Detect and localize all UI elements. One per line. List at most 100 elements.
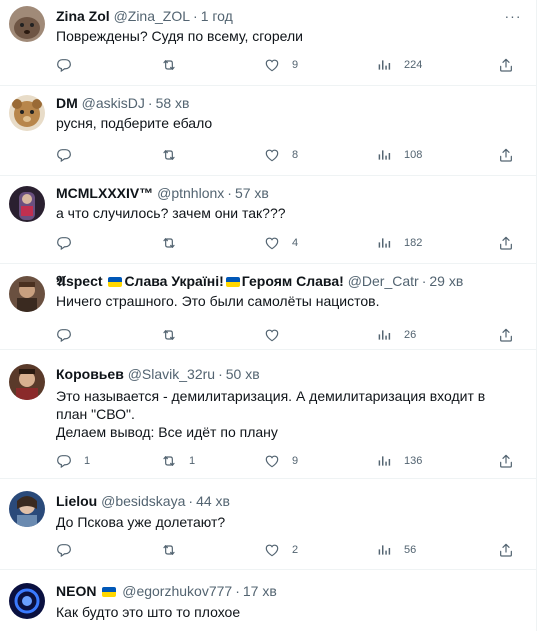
display-name[interactable]: Коровьев (56, 366, 124, 382)
retweet-button[interactable] (161, 145, 189, 165)
tweet-text: а что случилось? зачем они так??? (56, 205, 286, 221)
share-icon (498, 147, 514, 163)
tweet-header: Zina Zol @Zina_ZOL · 1 год (56, 6, 506, 26)
timestamp[interactable]: 29 хв (429, 273, 463, 289)
views-button[interactable]: 108 (376, 145, 422, 165)
views-icon (376, 327, 392, 343)
tweet[interactable]: 𝕬spect Слава Україні! Героям Слава! @Der_… (0, 265, 536, 350)
display-name[interactable]: NEON (56, 583, 96, 599)
view-count: 182 (404, 237, 423, 249)
share-button[interactable] (498, 451, 514, 471)
retweet-button[interactable] (161, 233, 189, 253)
user-handle[interactable]: @egorzhukov777 (122, 583, 232, 599)
tweet-header: DM @askisDJ · 58 хв (56, 93, 506, 113)
tweet-actions: 26 (56, 325, 524, 345)
tweet[interactable]: Zina Zol @Zina_ZOL · 1 год ··· Повреждены?… (0, 0, 536, 86)
user-handle[interactable]: @Der_Catr (348, 273, 419, 289)
share-icon (498, 235, 514, 251)
tweet[interactable]: MCMLXXXIV™ @ptnhlonx · 57 хв а что случило… (0, 177, 536, 264)
timestamp[interactable]: 1 год (201, 8, 233, 24)
tweet[interactable]: NEON @egorzhukov777 · 17 хв Как будто это … (0, 571, 536, 631)
timestamp[interactable]: 17 хв (243, 583, 277, 599)
avatar[interactable] (9, 364, 45, 400)
like-icon (264, 57, 280, 73)
like-button[interactable]: 2 (264, 540, 298, 560)
share-button[interactable] (498, 145, 514, 165)
like-count: 8 (292, 149, 299, 161)
avatar[interactable] (9, 95, 45, 131)
tweet[interactable]: Lielou @besidskaya · 44 хв До Пскова уже д… (0, 480, 536, 570)
more-icon[interactable]: ··· (502, 6, 524, 26)
like-button[interactable]: 4 (264, 233, 298, 253)
reply-button[interactable] (56, 233, 84, 253)
view-count: 108 (404, 149, 423, 161)
tweet-text: Повреждены? Судя по всему, сгорели (56, 28, 303, 44)
share-button[interactable] (498, 325, 514, 345)
user-handle[interactable]: @besidskaya (101, 493, 185, 509)
like-count: 9 (292, 455, 299, 467)
avatar[interactable] (9, 186, 45, 222)
like-count: 2 (292, 544, 299, 556)
retweet-button[interactable] (161, 540, 189, 560)
retweet-button[interactable] (161, 325, 189, 345)
user-handle[interactable]: @ptnhlonx (157, 185, 224, 201)
share-button[interactable] (498, 540, 514, 560)
like-button[interactable]: 9 (264, 451, 298, 471)
tweet[interactable]: Коровьев @Slavik_32ru · 50 хв Это называет… (0, 351, 536, 479)
like-button[interactable]: 8 (264, 145, 298, 165)
share-icon (498, 57, 514, 73)
retweet-button[interactable]: 1 (161, 451, 195, 471)
views-button[interactable]: 136 (376, 451, 422, 471)
reply-button[interactable]: 1 (56, 451, 90, 471)
separator-dot: · (147, 95, 153, 111)
tweet-header: Коровьев @Slavik_32ru · 50 хв (56, 364, 506, 384)
views-button[interactable]: 56 (376, 540, 416, 560)
user-handle[interactable]: @Slavik_32ru (128, 366, 215, 382)
views-button[interactable]: 224 (376, 55, 422, 75)
reply-button[interactable] (56, 55, 84, 75)
timestamp[interactable]: 44 хв (196, 493, 230, 509)
share-icon (498, 327, 514, 343)
reply-icon (56, 235, 72, 251)
share-button[interactable] (498, 55, 514, 75)
tweet-actions: 8 108 (56, 145, 524, 165)
display-name[interactable]: 𝕬spect Слава Україні! Героям Слава! (56, 273, 344, 289)
timestamp[interactable]: 58 хв (156, 95, 190, 111)
tweet-actions: 4 182 (56, 233, 524, 253)
tweet-text: До Пскова уже долетают? (56, 514, 226, 530)
avatar[interactable] (9, 276, 45, 312)
retweet-button[interactable] (161, 55, 189, 75)
name-prefix: 𝕬spect (56, 273, 103, 289)
avatar[interactable] (9, 583, 45, 619)
reply-button[interactable] (56, 540, 84, 560)
reply-button[interactable] (56, 145, 84, 165)
avatar[interactable] (9, 491, 45, 527)
name-middle: Слава Україні! (124, 273, 224, 289)
tweet-header: Lielou @besidskaya · 44 хв (56, 491, 506, 511)
timestamp[interactable]: 57 хв (235, 185, 269, 201)
tweet-actions: 2 56 (56, 540, 524, 560)
avatar[interactable] (9, 6, 45, 42)
retweet-icon (161, 235, 177, 251)
like-button[interactable] (264, 325, 292, 345)
share-icon (498, 453, 514, 469)
like-button[interactable]: 9 (264, 55, 298, 75)
tweet-text: Это называется - демилитаризация. А деми… (56, 388, 486, 440)
ukraine-flag-icon (108, 277, 123, 287)
tweet[interactable]: DM @askisDJ · 58 хв русня, подберите ебало… (0, 87, 536, 176)
display-name[interactable]: Lielou (56, 493, 97, 509)
user-handle[interactable]: @askisDJ (82, 95, 145, 111)
views-button[interactable]: 182 (376, 233, 422, 253)
user-handle[interactable]: @Zina_ZOL (114, 8, 190, 24)
separator-dot: · (421, 273, 427, 289)
display-name[interactable]: Zina Zol (56, 8, 110, 24)
reply-button[interactable] (56, 325, 84, 345)
display-name[interactable]: DM (56, 95, 78, 111)
retweet-icon (161, 57, 177, 73)
display-name[interactable]: MCMLXXXIV™ (56, 185, 153, 201)
views-button[interactable]: 26 (376, 325, 416, 345)
views-icon (376, 147, 392, 163)
share-button[interactable] (498, 233, 514, 253)
timestamp[interactable]: 50 хв (226, 366, 260, 382)
tweet-text: Как будто это што то плохое (56, 604, 241, 620)
